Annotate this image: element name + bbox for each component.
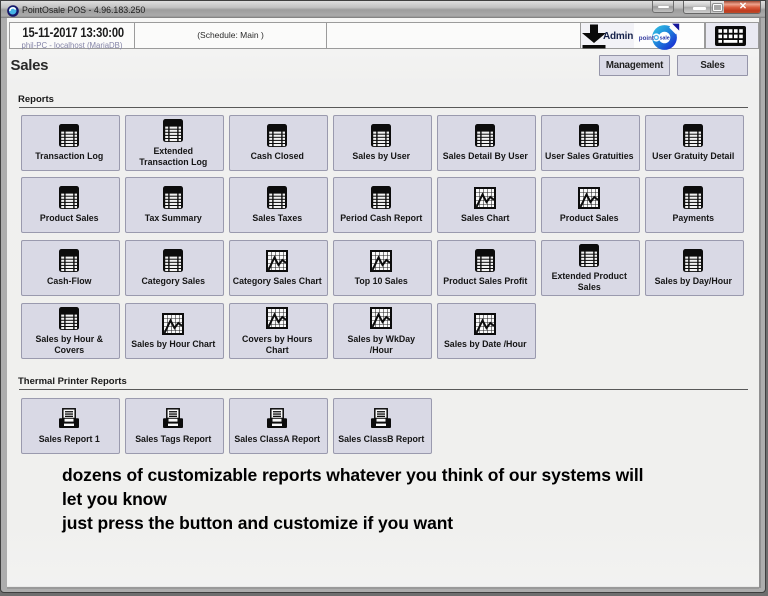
svg-text:sale: sale bbox=[660, 36, 670, 42]
svg-text:point: point bbox=[639, 35, 654, 42]
